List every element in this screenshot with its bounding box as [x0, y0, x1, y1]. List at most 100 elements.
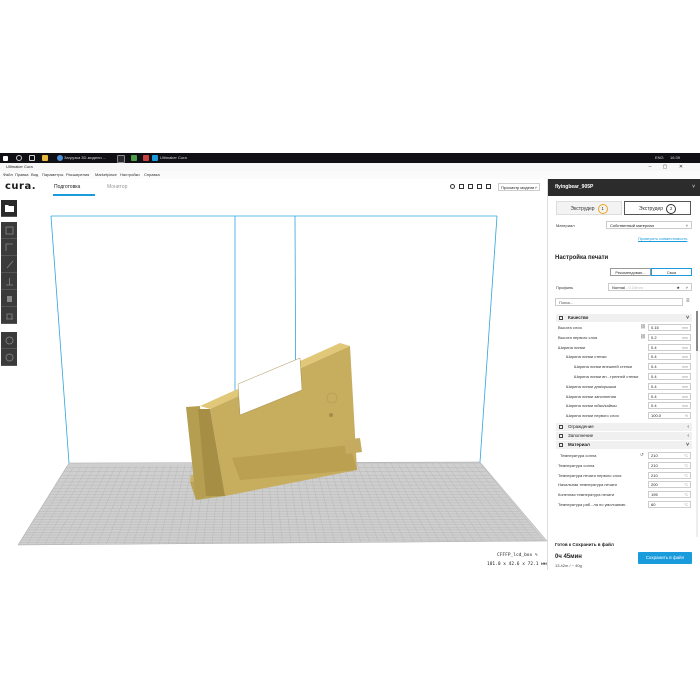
setting-value-input[interactable]: 100.0%	[648, 412, 691, 420]
setting-value: 0.4	[651, 374, 657, 379]
quality-setting-row: Ширина линии стенки 0.4 mm	[556, 352, 692, 361]
link-icon[interactable]: ⛓	[640, 334, 646, 340]
setting-value: 0.4	[651, 403, 657, 409]
tab-prepare[interactable]: Подготовка	[54, 184, 80, 190]
app-m-icon[interactable]	[131, 155, 137, 161]
profile-select[interactable]: Normal - 0.15mm ★ ˅	[608, 283, 692, 291]
tab-monitor[interactable]: Монитор	[107, 184, 127, 190]
scale-tool[interactable]	[1, 239, 17, 256]
info-tool[interactable]	[1, 349, 17, 366]
right-view-icon[interactable]	[486, 184, 491, 189]
app-icon[interactable]	[117, 155, 125, 163]
maximize-button[interactable]: ▢	[658, 163, 672, 171]
app-m2-icon[interactable]	[143, 155, 149, 161]
edit-icon[interactable]: ✎	[535, 553, 538, 558]
minimize-button[interactable]: –	[643, 163, 657, 171]
quality-setting-row: Ширина линии вн...тренней стенки 0.4 mm	[556, 372, 692, 381]
top-view-icon[interactable]	[468, 184, 473, 189]
menu-help[interactable]: Справка	[144, 171, 160, 179]
per-model-settings-tool[interactable]	[1, 290, 17, 307]
support-blocker-tool[interactable]	[1, 307, 17, 324]
rotate-tool[interactable]	[1, 256, 17, 273]
setting-label: Ширина линии вн...тренней стенки	[574, 374, 639, 379]
setting-unit: mm	[682, 365, 688, 370]
layer-tool[interactable]	[1, 332, 17, 349]
material-setting-row: Температура раб...ла по умолчанию 60 °C	[556, 500, 692, 509]
layer-icon	[5, 336, 14, 345]
menu-settings[interactable]: Параметры	[42, 171, 63, 179]
file-explorer-icon[interactable]	[42, 155, 48, 161]
taskbar-item-cura[interactable]: Ultimaker Cura	[160, 153, 187, 163]
setting-value-input[interactable]: 0.2 mm	[648, 333, 691, 341]
settings-search-input[interactable]: Поиск...	[555, 298, 683, 306]
save-to-file-button[interactable]: Сохранить в файл	[638, 552, 692, 564]
material-select[interactable]: Собственный материал ˅	[606, 221, 692, 229]
move-tool[interactable]	[1, 222, 17, 239]
settings-scrollbar[interactable]	[696, 311, 698, 537]
printer-selector[interactable]: flyingbear_905P ˅	[548, 179, 700, 196]
recommended-mode-button[interactable]: Рекомендован...	[610, 268, 651, 276]
category-quality[interactable]: Качество ˅	[556, 314, 692, 322]
category-material[interactable]: Материал ˅	[556, 441, 692, 449]
3d-view-icon[interactable]	[450, 184, 455, 189]
menu-edit[interactable]: Правка	[15, 171, 29, 179]
3d-viewport[interactable]	[0, 196, 547, 546]
close-button[interactable]: ✕	[674, 163, 688, 171]
setting-value-input[interactable]: 0.4 mm	[648, 343, 691, 351]
setting-unit: °C	[684, 473, 688, 478]
setting-unit: mm	[682, 345, 688, 350]
setting-value: 0.4	[651, 354, 657, 360]
setting-value-input[interactable]: 0.4 mm	[648, 353, 691, 361]
menu-marketplace[interactable]: Marketplace	[95, 171, 117, 179]
menu-view[interactable]: Вид	[31, 171, 38, 179]
menu-extensions[interactable]: Расширения	[66, 171, 89, 179]
quality-icon	[559, 316, 563, 320]
setting-value-input[interactable]: 200 °C	[648, 481, 691, 489]
custom-mode-button[interactable]: Свои	[651, 268, 692, 276]
setting-value-input[interactable]: 210 °C	[648, 452, 691, 459]
material-setting-row: Температура сопла 210 °C	[556, 461, 692, 470]
chevron-down-icon: ˅	[692, 184, 695, 190]
print-time: 0ч 45мин	[555, 554, 582, 560]
mirror-tool[interactable]	[1, 273, 17, 290]
setting-value-input[interactable]: 0.4 mm	[648, 392, 691, 400]
setting-value-input[interactable]: 0.4 mm	[648, 402, 691, 410]
setting-value-input[interactable]: 210 °C	[648, 461, 691, 469]
open-file-button[interactable]	[1, 200, 17, 217]
cura-icon[interactable]	[152, 155, 158, 161]
menu-file[interactable]: Файл	[3, 171, 13, 179]
browser-icon[interactable]	[57, 155, 63, 161]
setting-label: Начальная температура печати	[558, 482, 617, 488]
taskbar-item-browser[interactable]: Загрузка 3D-модели ...	[64, 153, 106, 163]
setting-value-input[interactable]: 0.15 mm	[648, 324, 691, 331]
scrollbar-thumb[interactable]	[696, 311, 698, 351]
chevron-left-icon: ‹	[687, 424, 689, 430]
view-type-select[interactable]: Просмотр модели ˅	[498, 183, 540, 191]
extruder-1-label: Экструдер	[570, 206, 595, 212]
setting-value-input[interactable]: 0.4 mm	[648, 373, 691, 380]
setting-value-input[interactable]: 210 °C	[648, 471, 691, 479]
left-view-icon[interactable]	[477, 184, 482, 189]
setting-value-input[interactable]: 0.4 mm	[648, 363, 691, 371]
front-view-icon[interactable]	[459, 184, 464, 189]
check-compatibility-link[interactable]: Проверить совместимость	[638, 236, 687, 241]
material-setting-row: Температура печати первого слоя 210 °C	[556, 471, 692, 480]
link-icon[interactable]: ⛓	[640, 324, 646, 330]
extruder-1-tab[interactable]: Экструдер 1	[556, 201, 622, 215]
tray-lang[interactable]: ENG	[655, 153, 664, 163]
windows-start-icon[interactable]	[3, 155, 8, 161]
setting-unit: mm	[682, 326, 688, 330]
menu-preferences[interactable]: Настройки	[120, 171, 140, 179]
search-icon[interactable]	[16, 155, 22, 161]
tray-clock[interactable]: 16:39	[670, 153, 680, 163]
extruder-2-tab[interactable]: Экструдер 2	[624, 201, 691, 215]
category-walls[interactable]: Ограждение ‹	[556, 423, 692, 431]
chevron-down-icon: ˅	[534, 185, 537, 190]
task-view-icon[interactable]	[29, 155, 35, 161]
reset-icon[interactable]: ↺	[640, 452, 644, 458]
setting-value-input[interactable]: 0.4 mm	[648, 382, 691, 390]
setting-value-input[interactable]: 60 °C	[648, 501, 691, 508]
settings-menu-icon[interactable]: ≡	[686, 298, 690, 304]
setting-value-input[interactable]: 195 °C	[648, 491, 691, 499]
category-infill[interactable]: Заполнение ‹	[556, 432, 692, 440]
